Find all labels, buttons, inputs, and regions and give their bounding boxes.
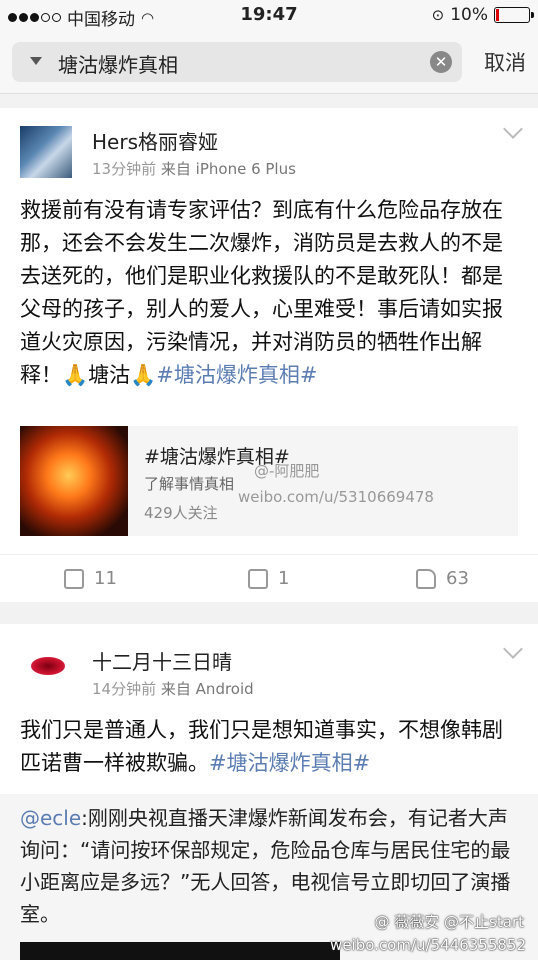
repost-button[interactable]: 11: [64, 568, 117, 589]
topic-desc: 了解事情真相: [144, 475, 235, 493]
battery-percent: 10%: [450, 5, 488, 25]
cancel-button[interactable]: 取消: [484, 47, 526, 77]
comment-button[interactable]: 1: [248, 568, 289, 589]
avatar[interactable]: [20, 126, 72, 178]
post-action-bar: 11 1 63: [0, 554, 538, 602]
clear-icon[interactable]: ✕: [430, 51, 452, 73]
post-text: 救援前有没有请专家评估？到底有什么危险品存放在那，还会不会发生二次爆炸，消防员是…: [20, 194, 520, 392]
post-meta: 14分钟前 来自 Android: [92, 678, 254, 699]
topic-followers: 429人关注: [144, 504, 218, 522]
like-button[interactable]: 63: [416, 568, 469, 589]
chevron-down-icon[interactable]: [503, 119, 523, 139]
search-query[interactable]: 塘沽爆炸真相: [58, 49, 178, 78]
comment-count: 1: [278, 568, 290, 589]
hashtag-link[interactable]: #塘沽爆炸真相#: [156, 363, 317, 387]
topic-card[interactable]: #塘沽爆炸真相# 了解事情真相 429人关注: [20, 426, 518, 536]
hashtag-link[interactable]: #塘沽爆炸真相#: [209, 751, 370, 775]
rotation-lock-icon: ⊙: [431, 6, 445, 24]
post-source[interactable]: iPhone 6 Plus: [196, 160, 296, 178]
watermark-url: weibo.com/u/5310669478: [238, 488, 434, 506]
repost-count: 11: [94, 568, 117, 589]
search-bar: 塘沽爆炸真相 ✕ 取消: [0, 30, 538, 94]
avatar[interactable]: [22, 640, 74, 692]
thumbs-up-icon: [416, 568, 436, 589]
post-time: 13分钟前: [92, 160, 157, 178]
watermark-url: weibo.com/u/5446355852: [330, 936, 526, 954]
post-source[interactable]: Android: [196, 680, 254, 698]
quoted-image[interactable]: [20, 942, 340, 960]
watermark-name: @ 薇薇安 @不止start: [374, 913, 524, 931]
quoted-body: :刚刚央视直播天津爆炸新闻发布会，有记者大声询问：“请问按环保部规定，危险品仓库…: [20, 806, 511, 926]
quoted-post[interactable]: @ecle:刚刚央视直播天津爆炸新闻发布会，有记者大声询问：“请问按环保部规定，…: [0, 794, 538, 960]
post-source-prefix: 来自: [160, 680, 191, 698]
post-source-prefix: 来自: [160, 160, 191, 178]
watermark-name: @-阿肥肥: [254, 462, 320, 480]
search-type-dropdown-icon[interactable]: [30, 57, 42, 65]
post-time: 14分钟前: [92, 680, 157, 698]
topic-image: [20, 426, 128, 536]
post-meta: 13分钟前 来自 iPhone 6 Plus: [92, 158, 296, 179]
post-body: 救援前有没有请专家评估？到底有什么危险品存放在那，还会不会发生二次爆炸，消防员是…: [20, 198, 503, 387]
post-username[interactable]: Hers格丽睿娅: [92, 126, 218, 155]
mention-link[interactable]: @ecle: [20, 806, 81, 830]
repost-icon: [64, 568, 84, 589]
lips-image: [31, 657, 65, 675]
comment-icon: [248, 568, 268, 589]
post-username[interactable]: 十二月十三日晴: [92, 646, 232, 675]
post-card[interactable]: Hers格丽睿娅 13分钟前 来自 iPhone 6 Plus 救援前有没有请专…: [0, 108, 538, 602]
chevron-down-icon[interactable]: [503, 639, 523, 659]
post-text: 我们只是普通人，我们只是想知道事实，不想像韩剧匹诺曹一样被欺骗。#塘沽爆炸真相#: [20, 714, 520, 780]
status-bar: 中国移动 ◠ 19:47 ⊙ 10%: [0, 0, 538, 30]
battery-icon: [494, 7, 534, 23]
like-count: 63: [446, 568, 469, 589]
search-input[interactable]: 塘沽爆炸真相 ✕: [12, 42, 462, 82]
